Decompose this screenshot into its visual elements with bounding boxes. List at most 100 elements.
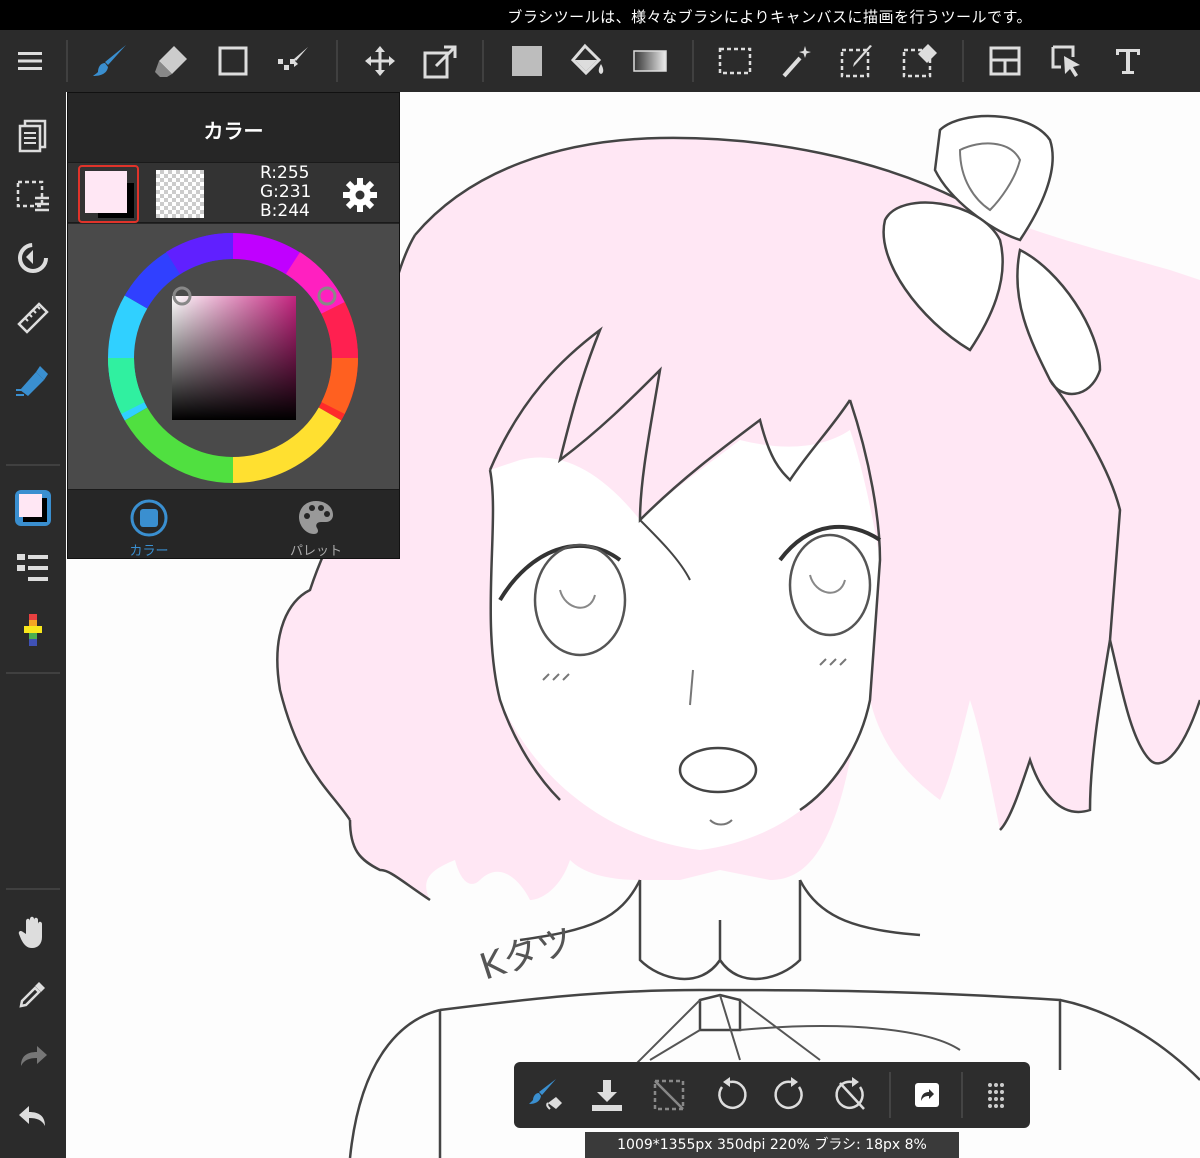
layers-icon [17, 554, 48, 581]
current-color-chip [85, 171, 127, 213]
download-button[interactable] [585, 1073, 629, 1117]
quick-action-bar [514, 1062, 1030, 1128]
pen-snap-icon [16, 366, 48, 396]
bucket-icon [570, 43, 604, 76]
tool-hint-text: ブラシツールは、様々なブラシによりキャンバスに描画を行うツールです。 [507, 8, 1032, 26]
page-manager-button[interactable] [11, 114, 55, 158]
transparent-color-swatch[interactable] [156, 170, 204, 218]
dot-brush-tool-button[interactable] [272, 39, 316, 83]
color-panel: カラー R:255 G:231 B:244 カラー パレット [67, 92, 400, 559]
undo-icon [19, 1106, 45, 1126]
text-icon [1116, 49, 1140, 74]
rectangle-icon [218, 46, 248, 76]
color-wheel-area [68, 224, 399, 489]
brush-tool-button[interactable] [88, 39, 132, 83]
rgb-readout: R:255 G:231 B:244 [260, 164, 311, 221]
eyedropper-icon [19, 982, 45, 1008]
color-bar-button[interactable] [11, 608, 55, 652]
blue-value: B:244 [260, 201, 310, 221]
color-panel-title: カラー [203, 119, 264, 143]
select-pen-icon [840, 45, 872, 78]
brush-settings-icon [529, 1079, 562, 1110]
magic-wand-button[interactable] [775, 39, 819, 83]
brush-icon [93, 45, 126, 76]
move-tool-button[interactable] [358, 39, 402, 83]
eraser-tool-button[interactable] [150, 39, 194, 83]
fill-color-icon [512, 46, 542, 76]
select-eraser-button[interactable] [898, 39, 942, 83]
color-tab-icon [130, 499, 168, 537]
share-icon [915, 1083, 939, 1107]
shape-tool-button[interactable] [211, 39, 255, 83]
move-icon [365, 46, 395, 76]
canvas-status-line: 1009*1355px 350dpi 220% ブラシ: 18px 8% [585, 1132, 959, 1158]
menu-icon [18, 52, 42, 70]
selection-layer-button[interactable] [11, 174, 55, 218]
bucket-tool-button[interactable] [566, 39, 610, 83]
app-window: ブラシツールは、様々なブラシによりキャンバスに描画を行うツールです。 Kタツ カ… [0, 0, 1200, 1158]
select-eraser-icon [902, 44, 937, 78]
color-panel-tabs: カラー パレット [68, 489, 399, 559]
left-sidebar [0, 92, 66, 1158]
menu-button[interactable] [8, 39, 52, 83]
snap-button[interactable] [11, 358, 55, 402]
operation-tool-button[interactable] [1045, 39, 1089, 83]
magic-wand-icon [782, 46, 811, 78]
rotate-left-button[interactable] [708, 1073, 752, 1117]
rotate-right-button[interactable] [769, 1073, 813, 1117]
main-toolbar [0, 30, 1200, 92]
eraser-icon [155, 46, 187, 77]
frame-tool-button[interactable] [983, 39, 1027, 83]
fill-color-button[interactable] [505, 39, 549, 83]
rotate-left-icon [718, 1077, 747, 1109]
hand-icon [18, 916, 42, 948]
deselect-button[interactable] [647, 1073, 691, 1117]
grid-icon [988, 1083, 1004, 1108]
artist-signature: Kタツ [475, 920, 579, 989]
gear-icon [343, 178, 377, 212]
text-tool-button[interactable] [1106, 39, 1150, 83]
layers-button[interactable] [11, 546, 55, 590]
tab-color[interactable]: カラー [89, 496, 209, 559]
hand-tool-button[interactable] [11, 910, 55, 954]
foreground-color-swatch[interactable] [78, 165, 139, 223]
brush-settings-button[interactable] [524, 1073, 568, 1117]
tab-palette-label: パレット [289, 544, 342, 559]
palette-icon [299, 501, 333, 534]
color-swatch-row: R:255 G:231 B:244 [68, 162, 399, 223]
color-panel-button[interactable] [11, 486, 55, 530]
color-history-icon [24, 614, 42, 646]
gradient-tool-button[interactable] [628, 39, 672, 83]
reset-rotation-icon [835, 1077, 865, 1110]
deselect-icon [653, 1079, 685, 1111]
download-icon [592, 1080, 622, 1111]
transform-tool-button[interactable] [419, 39, 463, 83]
ruler-icon [17, 302, 49, 334]
share-button[interactable] [905, 1073, 949, 1117]
gradient-icon [633, 50, 667, 72]
select-rect-icon [718, 47, 752, 75]
document-icon [18, 119, 47, 153]
eyedropper-button[interactable] [11, 972, 55, 1016]
redo-button[interactable] [11, 1034, 55, 1078]
tab-palette[interactable]: パレット [256, 496, 376, 559]
select-pen-button[interactable] [836, 39, 880, 83]
undo-button[interactable] [11, 1094, 55, 1138]
color-wheel[interactable] [68, 224, 399, 489]
color-swatch-icon [15, 490, 51, 526]
green-value: G:231 [260, 182, 312, 202]
redo-icon [21, 1046, 47, 1066]
rotate-canvas-button[interactable] [11, 236, 55, 280]
select-rect-button[interactable] [713, 39, 757, 83]
color-settings-button[interactable] [340, 175, 380, 215]
more-options-button[interactable] [974, 1073, 1018, 1117]
ruler-button[interactable] [11, 296, 55, 340]
tab-color-label: カラー [129, 544, 169, 559]
tool-hint-bar: ブラシツールは、様々なブラシによりキャンバスに描画を行うツールです。 [0, 0, 1200, 30]
operation-icon [1051, 45, 1080, 77]
red-value: R:255 [260, 163, 310, 183]
reset-rotation-button[interactable] [830, 1073, 874, 1117]
dot-brush-icon [278, 47, 308, 70]
transform-icon [423, 45, 457, 79]
color-panel-header: カラー [68, 93, 399, 162]
